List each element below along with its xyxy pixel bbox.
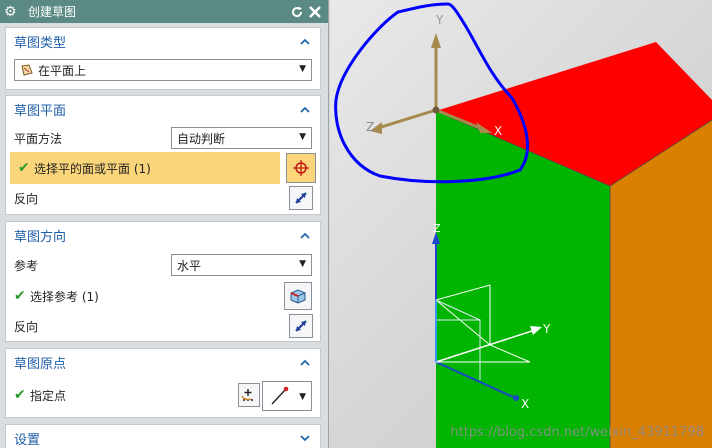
chevron-down-icon[interactable] (298, 431, 312, 445)
select-reference-label: 选择参考 (1) (30, 289, 99, 304)
orientation-reverse-row: 反向 (6, 314, 320, 338)
group-title: 设置 (14, 432, 41, 448)
reverse-direction-icon (295, 320, 307, 332)
inferred-point-icon (271, 386, 289, 405)
group-sketch-origin: 草图原点 ✔ 指定点 ▼ (5, 348, 321, 418)
edge-select-icon (290, 289, 306, 304)
group-sketch-plane: 草图平面 平面方法 自动判断 ▼ ✔ 选择平的面或平面 (1) 反向 (5, 95, 321, 215)
group-header-sketch-type[interactable]: 草图类型 (6, 28, 320, 54)
axis-label-z-lower: Z (433, 222, 441, 235)
reference-value: 水平 (177, 258, 202, 273)
check-icon: ✔ (18, 160, 30, 176)
point-dialog-button[interactable] (238, 383, 260, 407)
chevron-down-icon: ▼ (299, 259, 306, 269)
plane-reverse-button[interactable] (289, 186, 313, 210)
axis-label-x-lower: X (521, 397, 529, 411)
axis-label-x: X (494, 124, 502, 138)
point-type-select[interactable]: ▼ (262, 381, 312, 411)
group-header-settings[interactable]: 设置 (6, 425, 320, 448)
chevron-up-icon[interactable] (298, 102, 312, 116)
chevron-down-icon: ▼ (299, 392, 306, 402)
select-reference-row[interactable]: ✔ 选择参考 (1) (6, 282, 320, 310)
axis-label-z: Z (366, 120, 374, 134)
reference-label: 参考 (14, 258, 39, 273)
axis-label-y-lower: Y (542, 322, 551, 336)
point-constructor-icon (241, 389, 253, 401)
plane-reverse-label: 反向 (14, 191, 39, 206)
group-title: 草图方向 (14, 229, 67, 245)
dialog-titlebar: ⚙ 创建草图 (0, 0, 328, 23)
group-title: 草图平面 (14, 103, 67, 119)
group-header-sketch-origin[interactable]: 草图原点 (6, 349, 320, 375)
select-face-button[interactable] (286, 153, 316, 183)
select-face-row[interactable]: ✔ 选择平的面或平面 (1) (10, 152, 280, 184)
plane-method-value: 自动判断 (177, 131, 226, 146)
select-reference-button[interactable] (284, 282, 312, 310)
chevron-up-icon[interactable] (298, 228, 312, 242)
group-header-sketch-plane[interactable]: 草图平面 (6, 96, 320, 122)
sketch-type-value: 在平面上 (38, 63, 87, 78)
check-icon: ✔ (14, 387, 26, 403)
sketch-plane-icon (21, 64, 33, 76)
axis-label-y: Y (435, 13, 444, 27)
select-face-label: 选择平的面或平面 (1) (34, 161, 151, 176)
plane-reverse-row: 反向 (6, 186, 320, 210)
create-sketch-dialog: ⚙ 创建草图 草图类型 在平面上 ▼ 草图平面 平面方法 自动判断 ▼ ✔ 选择… (0, 0, 329, 448)
watermark-text: https://blog.csdn.net/weixin_43911798 (450, 425, 704, 440)
group-title: 草图类型 (14, 35, 67, 51)
reset-button[interactable] (288, 3, 306, 21)
close-button[interactable] (306, 3, 324, 21)
check-icon: ✔ (14, 288, 26, 304)
dialog-title: 创建草图 (28, 5, 77, 19)
orientation-reverse-button[interactable] (289, 314, 313, 338)
close-icon (309, 5, 321, 18)
specify-point-label: 指定点 (30, 388, 67, 403)
group-title: 草图原点 (14, 356, 67, 372)
graphics-viewport[interactable]: Y X Z Z Y X https://blog.csdn.net/weixin… (330, 0, 712, 448)
group-sketch-orientation: 草图方向 参考 水平 ▼ ✔ 选择参考 (1) 反向 (5, 221, 321, 342)
crosshair-icon (293, 160, 309, 176)
group-sketch-type: 草图类型 在平面上 ▼ (5, 27, 321, 90)
chevron-up-icon[interactable] (298, 34, 312, 48)
group-header-sketch-orientation[interactable]: 草图方向 (6, 222, 320, 248)
model-canvas[interactable]: Y X Z Z Y X (330, 0, 712, 448)
chevron-up-icon[interactable] (298, 355, 312, 369)
plane-method-select[interactable]: 自动判断 ▼ (171, 127, 312, 149)
sketch-type-select[interactable]: 在平面上 ▼ (14, 59, 312, 81)
plane-method-label: 平面方法 (14, 131, 63, 146)
group-settings: 设置 (5, 424, 321, 448)
reverse-direction-icon (295, 192, 307, 204)
gear-icon: ⚙ (4, 3, 17, 20)
chevron-down-icon: ▼ (299, 64, 306, 74)
reset-icon (292, 6, 303, 17)
orientation-reverse-label: 反向 (14, 319, 39, 334)
chevron-down-icon: ▼ (299, 132, 306, 142)
reference-select[interactable]: 水平 ▼ (171, 254, 312, 276)
